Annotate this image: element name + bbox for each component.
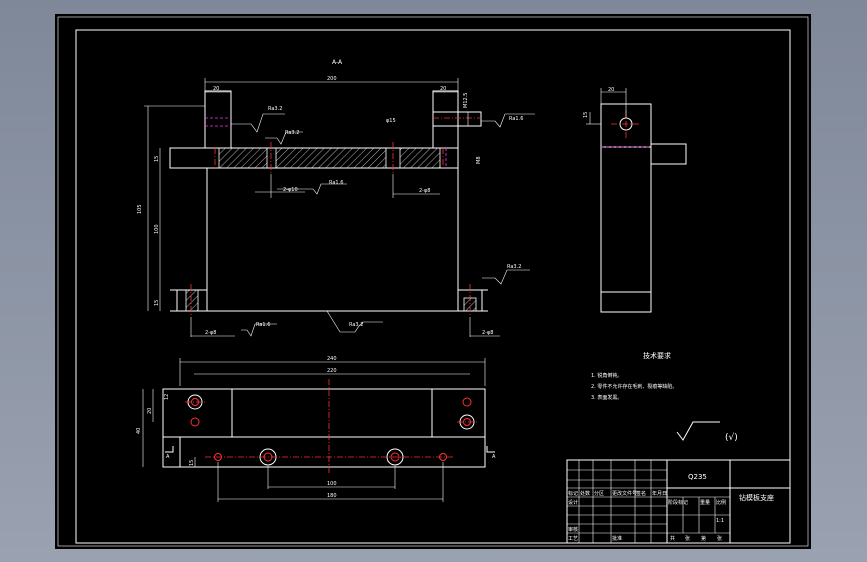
plan-dim-inner: 220 [327, 368, 337, 374]
hole-note-1: 2-φ10 [283, 187, 298, 193]
tech-item-1: 1. 锐角倒钝。 [591, 372, 622, 379]
general-roughness-symbol: (√) [676, 421, 738, 443]
tb-label-sign: 签名 [636, 490, 646, 497]
dim-height-inner: 100 [154, 224, 160, 234]
side-view[interactable]: 20 15 [583, 87, 687, 313]
tb-sheet-no: 第 [701, 535, 706, 542]
tb-approve: 批准 [612, 535, 622, 542]
drawing-canvas[interactable]: A-A 200 20 20 105 100 15 15 M12.5 M8 φ15… [55, 14, 811, 549]
title-block[interactable]: Q235 钻模板支座 标记 处数 分区 更改文件号 签名 年月日 设计 审核 工… [566, 459, 791, 544]
tb-label-mark: 标记 [568, 490, 578, 497]
roughness-parenthesis: (√) [725, 432, 738, 443]
tb-scale-label: 比例 [716, 499, 726, 506]
tb-row-review: 审核 [568, 526, 578, 533]
tech-item-2: 2. 零件不允许存在毛刺、裂痕等缺陷。 [591, 383, 677, 390]
part-name: 钻模板支座 [739, 493, 774, 502]
thread-note: M8 [476, 157, 482, 165]
roughness-r2: Ra3.2 [285, 130, 299, 136]
dim-overall-width: 200 [327, 76, 337, 82]
tb-label-change: 更改文件号 [612, 490, 637, 497]
plan-view[interactable]: 240 220 100 180 40 20 12 15 A A [136, 356, 496, 502]
material: Q235 [688, 473, 707, 481]
plan-dim-row: 20 [147, 408, 153, 414]
tb-label-date: 年月日 [652, 490, 667, 497]
dim-height-total: 105 [137, 204, 143, 214]
tb-row-process: 工艺 [568, 536, 578, 542]
tb-sheets-2: 张 [717, 535, 722, 542]
cad-viewport: A-A 200 20 20 105 100 15 15 M12.5 M8 φ15… [0, 0, 867, 562]
roughness-r5: Ra3.2 [507, 264, 521, 270]
plan-dim-pitch: 100 [327, 481, 337, 487]
plan-dim-edge-a: 15 [189, 460, 195, 466]
hole-note-2: 2-φ8 [419, 188, 430, 194]
roughness-r1: Ra3.2 [268, 106, 282, 112]
plan-dim-span: 180 [327, 493, 337, 499]
side-dim-height: 15 [583, 112, 589, 118]
tech-title: 技术要求 [643, 351, 671, 360]
hole-note-4: 2-φ8 [482, 330, 493, 336]
section-mark-right: A [492, 454, 496, 460]
dim-top-thk: 15 [154, 156, 160, 162]
tech-requirements: 技术要求 1. 锐角倒钝。 2. 零件不允许存在毛刺、裂痕等缺陷。 3. 表面发… [591, 351, 677, 401]
plan-dim-edge-b: 12 [164, 394, 170, 400]
roughness-r6: Ra3.2 [349, 322, 363, 328]
plan-dim-depth: 40 [136, 428, 142, 434]
tb-total: 共 [670, 535, 675, 542]
plan-dim-overall: 240 [327, 356, 337, 362]
tb-label-zone: 分区 [594, 490, 604, 497]
hole-note-3: 2-φ8 [205, 330, 216, 336]
dim-side: M12.5 [463, 93, 469, 108]
dim-base-thk: 15 [154, 300, 160, 306]
front-section-view[interactable]: A-A 200 20 20 105 100 15 15 M12.5 M8 φ15… [137, 59, 535, 337]
tb-scale: 1:1 [716, 518, 724, 524]
tb-label-count: 处数 [580, 490, 590, 497]
side-dim-width: 20 [608, 87, 614, 93]
section-label: A-A [332, 59, 343, 66]
tech-item-3: 3. 表面发黑。 [591, 394, 622, 401]
section-mark-left: A [166, 454, 170, 460]
tb-stage: 阶段标记 [668, 499, 688, 506]
roughness-r3: Ra1.6 [509, 116, 523, 122]
tb-row-design: 设计 [568, 499, 578, 506]
tb-sheets-1: 张 [685, 535, 690, 542]
dim-bore-dia: φ15 [386, 118, 396, 124]
roughness-r7: Ra1.6 [256, 322, 270, 328]
tb-weight: 重量 [700, 499, 710, 506]
roughness-r4: Ra1.6 [329, 180, 343, 186]
drawing-sheet[interactable]: A-A 200 20 20 105 100 15 15 M12.5 M8 φ15… [55, 14, 811, 549]
